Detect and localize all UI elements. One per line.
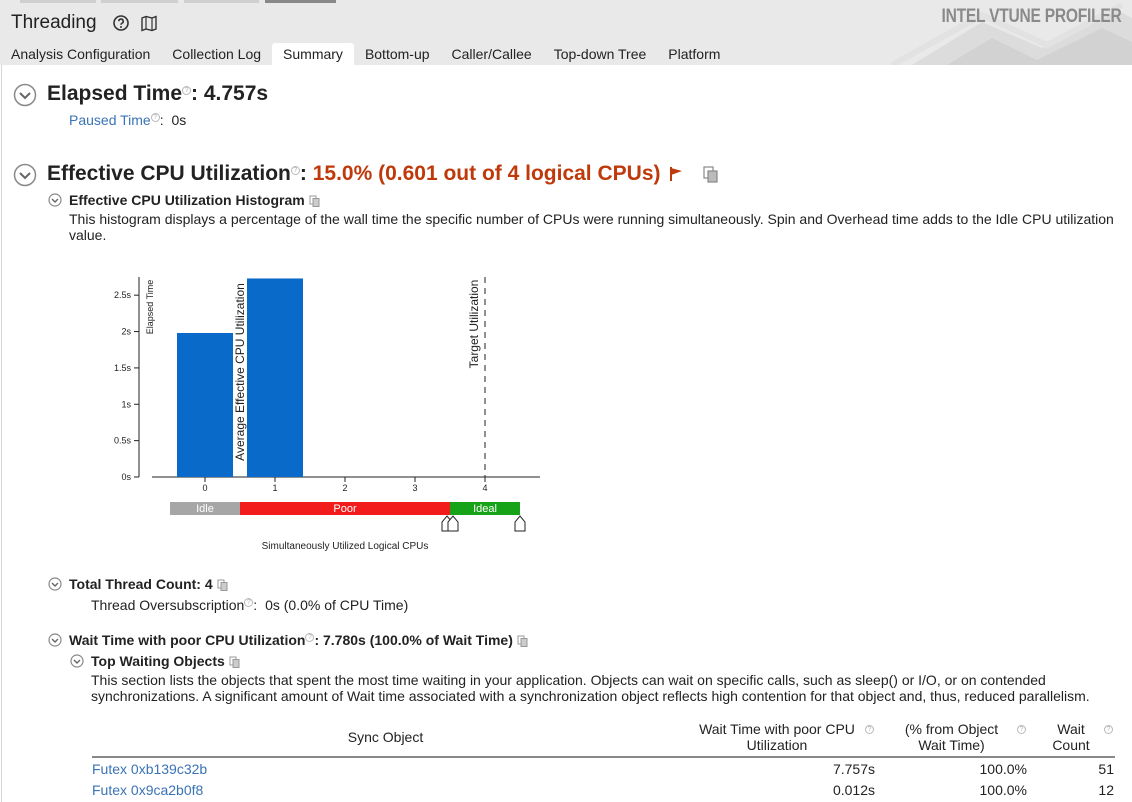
histogram-heading: Effective CPU Utilization Histogram <box>69 192 321 208</box>
help-icon[interactable]: ? <box>865 725 874 734</box>
summary-panel: Elapsed Time?: 4.757s Paused Time?: 0s E… <box>1 65 1132 802</box>
histogram-bar <box>247 278 303 477</box>
percent-cell: 100.0% <box>979 782 1027 798</box>
utilization-band-label: Idle <box>196 503 214 515</box>
wait-count-cell: 51 <box>1098 761 1114 777</box>
collapse-chevron-icon[interactable] <box>13 83 37 107</box>
help-icon[interactable]: ? <box>1017 725 1026 734</box>
wait-time-cell: 0.012s <box>832 782 875 798</box>
thread-count-heading: Total Thread Count: 4 <box>69 576 229 592</box>
flag-icon <box>670 167 683 182</box>
header-bar: Threading INTEL VTUNE PROFILER Analysis … <box>0 0 1132 65</box>
thread-count-label: Total Thread Count: <box>69 576 201 592</box>
top-waiting-objects-title: Top Waiting Objects <box>91 653 225 669</box>
thread-count-value: 4 <box>204 576 213 592</box>
brand-logo: INTEL VTUNE PROFILER <box>941 6 1122 27</box>
table-header-divider <box>92 756 1115 758</box>
cpu-utilization-label: Effective CPU Utilization <box>47 162 291 185</box>
threshold-handle-icon <box>514 515 526 532</box>
wait-count-cell: 12 <box>1098 782 1114 798</box>
tab-caller-callee[interactable]: Caller/Callee <box>441 43 543 65</box>
elapsed-time-heading: Elapsed Time?: 4.757s <box>47 82 268 106</box>
histogram-description: This histogram displays a percentage of … <box>69 211 1114 243</box>
help-icon[interactable]: ? <box>290 166 300 175</box>
percent-cell: 100.0% <box>979 761 1027 777</box>
paused-time-value: 0s <box>171 112 187 128</box>
copy-icon[interactable] <box>229 656 241 669</box>
window-tab-strip[interactable] <box>101 0 178 3</box>
collapse-chevron-icon[interactable] <box>48 633 62 647</box>
column-header-wait-time[interactable]: Wait Time with poor CPU Utilization <box>692 721 862 753</box>
y-axis-label: Elapsed Time <box>145 280 155 335</box>
paused-time-link[interactable]: Paused Time <box>69 112 151 128</box>
target-utilization-label: Target Utilization <box>467 280 481 369</box>
y-tick-label: 0.5s <box>114 436 132 446</box>
x-axis-label: Simultaneously Utilized Logical CPUs <box>262 541 429 552</box>
y-tick-label: 0s <box>121 472 131 482</box>
wait-time-cell: 7.757s <box>832 761 875 777</box>
copy-icon[interactable] <box>217 579 229 592</box>
thread-oversubscription-label: Thread Oversubscription <box>91 597 245 613</box>
top-waiting-objects-heading: Top Waiting Objects <box>91 653 241 669</box>
y-tick-label: 1s <box>121 399 131 409</box>
wait-time-value: : 7.780s (100.0% of Wait Time) <box>314 632 513 648</box>
tab-platform[interactable]: Platform <box>657 43 731 65</box>
tab-top-down-tree[interactable]: Top-down Tree <box>543 43 658 65</box>
x-tick-label: 4 <box>482 483 487 493</box>
column-header-wait-count[interactable]: Wait Count <box>1042 721 1100 753</box>
tab-bottom-up[interactable]: Bottom-up <box>354 43 441 65</box>
map-icon[interactable] <box>140 14 158 32</box>
help-icon[interactable]: ? <box>182 86 192 95</box>
wait-time-label: Wait Time with poor CPU Utilization <box>69 632 306 648</box>
y-tick-label: 1.5s <box>114 363 132 373</box>
average-utilization-label: Average Effective CPU Utilization <box>233 283 247 461</box>
top-waiting-objects-description: This section lists the objects that spen… <box>91 672 1090 704</box>
x-tick-label: 2 <box>342 483 347 493</box>
cpu-utilization-histogram: 0s 0.5s 1s 1.5s 2s 2.5s Elapsed Time 0 1 2 3 4 Avera… <box>114 277 540 552</box>
analysis-tabs: Analysis Configuration Collection Log Su… <box>0 43 731 65</box>
histogram-bar <box>177 333 233 477</box>
collapse-chevron-icon[interactable] <box>48 577 62 591</box>
utilization-band-label: Poor <box>333 503 357 515</box>
histogram-title: Effective CPU Utilization Histogram <box>69 192 305 208</box>
page-title: Threading <box>11 12 97 33</box>
sync-object-link[interactable]: Futex 0x9ca2b0f8 <box>92 782 203 798</box>
sync-object-link[interactable]: Futex 0xb139c32b <box>92 761 207 777</box>
paused-time-row: Paused Time?: 0s <box>69 112 187 128</box>
tab-summary[interactable]: Summary <box>272 43 354 65</box>
window-tab-strip[interactable] <box>184 0 259 3</box>
y-tick-label: 2.5s <box>114 290 132 300</box>
help-icon[interactable]: ? <box>150 113 160 123</box>
collapse-chevron-icon[interactable] <box>13 163 37 187</box>
copy-icon[interactable] <box>517 635 529 648</box>
wait-time-heading: Wait Time with poor CPU Utilization?: 7.… <box>69 632 529 648</box>
x-tick-label: 1 <box>272 483 277 493</box>
tab-analysis-configuration[interactable]: Analysis Configuration <box>0 43 161 65</box>
x-tick-label: 3 <box>412 483 417 493</box>
window-tab-strip-active[interactable] <box>265 0 336 3</box>
cpu-utilization-value: 15.0% (0.601 out of 4 logical CPUs) <box>312 162 661 185</box>
column-header-sync-object[interactable]: Sync Object <box>92 729 679 745</box>
tab-collection-log[interactable]: Collection Log <box>161 43 272 65</box>
collapse-chevron-icon[interactable] <box>48 193 62 207</box>
elapsed-time-value: : 4.757s <box>191 82 269 105</box>
copy-icon[interactable] <box>309 195 321 208</box>
elapsed-time-label: Elapsed Time <box>47 82 183 105</box>
thread-oversubscription-row: Thread Oversubscription?: 0s (0.0% of CP… <box>91 597 409 613</box>
column-header-percent-wait[interactable]: (% from Object Wait Time) <box>894 721 1009 753</box>
copy-icon[interactable] <box>703 166 719 183</box>
y-tick-label: 2s <box>121 327 131 337</box>
window-tab-strip[interactable] <box>20 0 96 3</box>
cpu-utilization-heading: Effective CPU Utilization?: 15.0% (0.601… <box>47 162 719 186</box>
help-icon[interactable]: ? <box>244 598 254 608</box>
x-tick-label: 0 <box>202 483 207 493</box>
help-icon[interactable]: ? <box>1104 725 1113 734</box>
help-icon[interactable] <box>112 14 130 32</box>
collapse-chevron-icon[interactable] <box>70 654 84 668</box>
utilization-band-label: Ideal <box>473 503 497 515</box>
thread-oversubscription-value: 0s (0.0% of CPU Time) <box>265 597 409 613</box>
